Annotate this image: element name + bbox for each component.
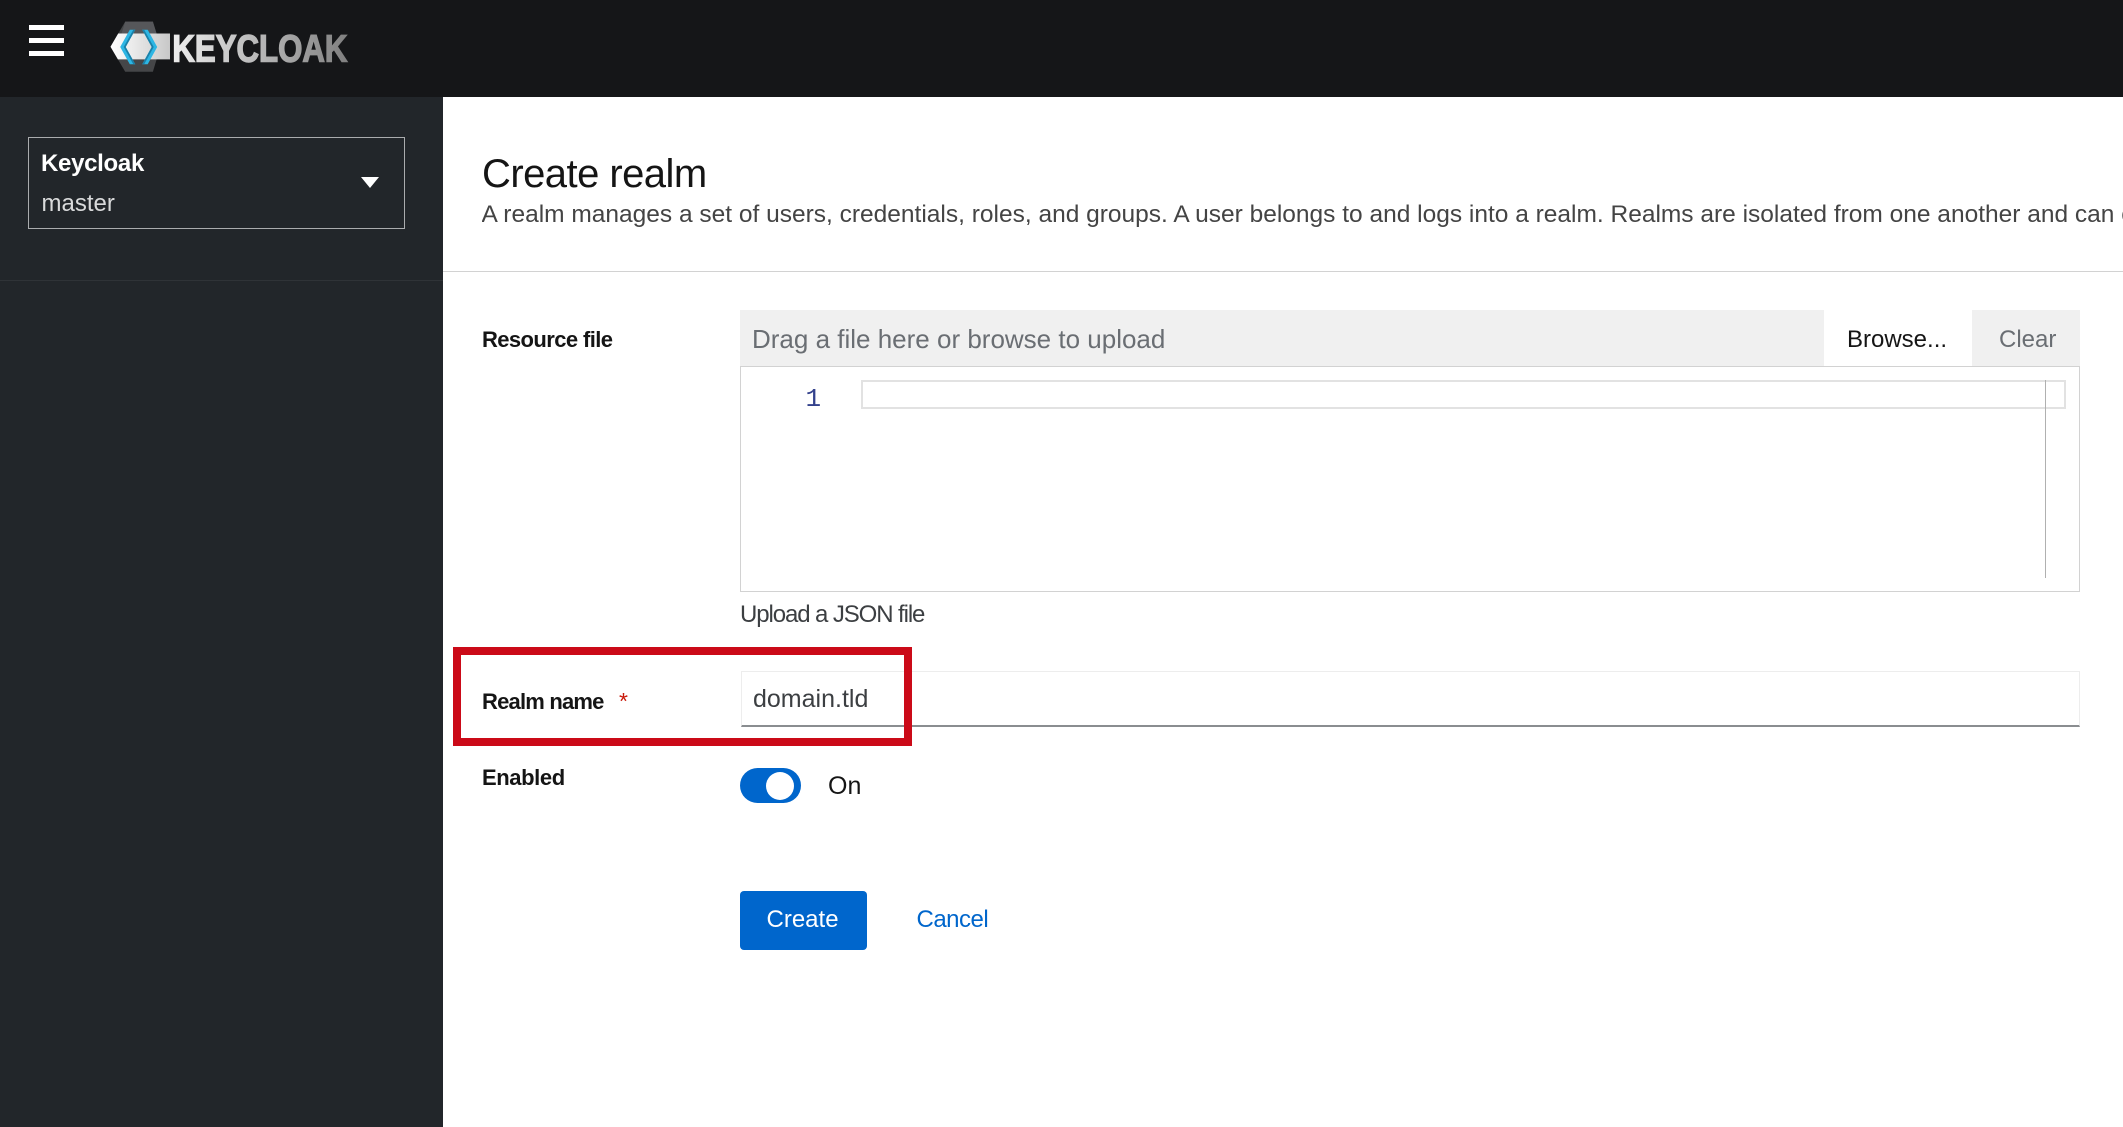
svg-text:KEYCLOAK: KEYCLOAK [172,28,347,70]
